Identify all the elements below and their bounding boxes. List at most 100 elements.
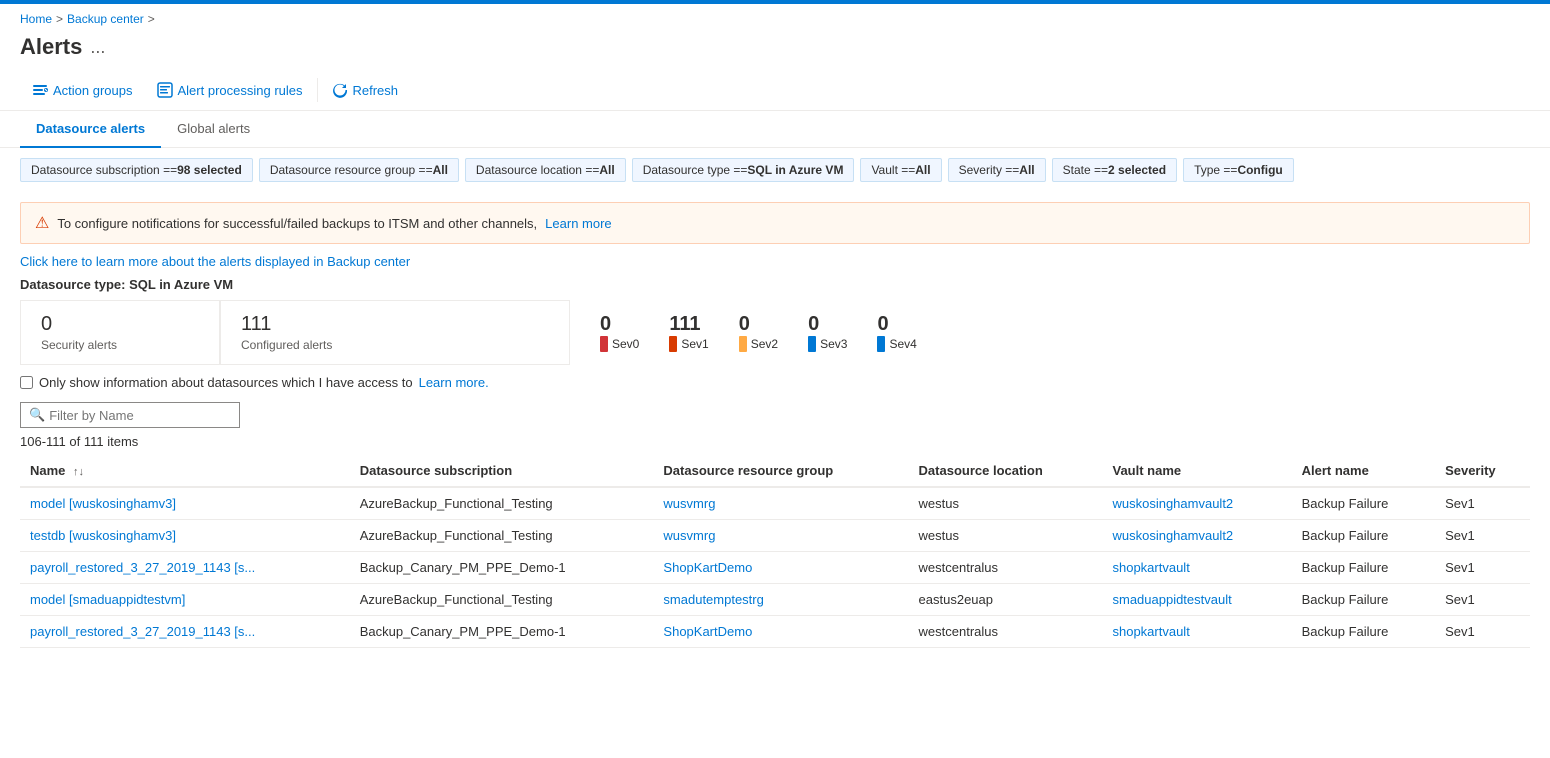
sort-icon[interactable]: ↑↓ [73, 466, 84, 478]
checkbox-row: Only show information about datasources … [20, 375, 1530, 390]
sev1-stat: 111 Sev1 [669, 313, 708, 352]
sev1-dot [669, 336, 677, 352]
cell-vault-0: wuskosinghamvault2 [1102, 487, 1291, 520]
search-row: 🔍 [20, 402, 1530, 428]
sev2-label: Sev2 [739, 336, 778, 352]
sev2-dot [739, 336, 747, 352]
stats-row: 0 Security alerts 111 Configured alerts … [20, 300, 1530, 365]
cell-resource-group-3: smadutemptestrg [653, 584, 908, 616]
filter-subscription[interactable]: Datasource subscription == 98 selected [20, 158, 253, 182]
name-link-0[interactable]: model [wuskosinghamv3] [30, 496, 176, 511]
sev1-count: 111 [669, 313, 700, 336]
col-alert-name: Alert name [1292, 455, 1435, 487]
cell-subscription-1: AzureBackup_Functional_Testing [350, 520, 654, 552]
filter-subscription-value: 98 selected [177, 163, 242, 177]
sev3-label: Sev3 [808, 336, 847, 352]
breadcrumb-sep2: > [148, 12, 155, 26]
cell-resource-group-2: ShopKartDemo [653, 552, 908, 584]
vault-link-2[interactable]: shopkartvault [1112, 560, 1189, 575]
search-input[interactable] [49, 408, 231, 423]
col-name: Name ↑↓ [20, 455, 350, 487]
cell-name-4: payroll_restored_3_27_2019_1143 [s... [20, 616, 350, 648]
tabs-bar: Datasource alerts Global alerts [0, 111, 1550, 148]
learn-more-link[interactable]: Click here to learn more about the alert… [20, 254, 410, 269]
filter-vault[interactable]: Vault == All [860, 158, 941, 182]
vault-link-3[interactable]: smaduappidtestvault [1112, 592, 1231, 607]
cell-vault-2: shopkartvault [1102, 552, 1291, 584]
sev4-dot [877, 336, 885, 352]
vault-link-0[interactable]: wuskosinghamvault2 [1112, 496, 1233, 511]
breadcrumb: Home > Backup center > [0, 4, 1550, 30]
sev0-dot [600, 336, 608, 352]
name-link-1[interactable]: testdb [wuskosinghamv3] [30, 528, 176, 543]
filter-resource-group[interactable]: Datasource resource group == All [259, 158, 459, 182]
filter-rg-value: All [433, 163, 448, 177]
cell-name-1: testdb [wuskosinghamv3] [20, 520, 350, 552]
cell-subscription-0: AzureBackup_Functional_Testing [350, 487, 654, 520]
filter-type-value: SQL in Azure VM [747, 163, 843, 177]
action-groups-button[interactable]: Action groups [20, 76, 145, 104]
sev0-count: 0 [600, 313, 611, 336]
filter-vault-value: All [915, 163, 930, 177]
security-alerts-count: 0 [41, 313, 199, 336]
filter-state[interactable]: State == 2 selected [1052, 158, 1177, 182]
filter-datasource-type[interactable]: Datasource type == SQL in Azure VM [632, 158, 855, 182]
filter-location[interactable]: Datasource location == All [465, 158, 626, 182]
col-severity: Severity [1435, 455, 1530, 487]
cell-subscription-2: Backup_Canary_PM_PPE_Demo-1 [350, 552, 654, 584]
page-menu-button[interactable]: ... [90, 37, 105, 58]
configured-alerts-card[interactable]: 111 Configured alerts [220, 300, 570, 365]
sev4-count: 0 [877, 313, 888, 336]
cell-vault-1: wuskosinghamvault2 [1102, 520, 1291, 552]
table-row: testdb [wuskosinghamv3] AzureBackup_Func… [20, 520, 1530, 552]
sev0-label: Sev0 [600, 336, 639, 352]
filter-severity-value: All [1019, 163, 1034, 177]
rg-link-4[interactable]: ShopKartDemo [663, 624, 752, 639]
alert-processing-rules-button[interactable]: Alert processing rules [145, 76, 315, 104]
refresh-label: Refresh [353, 83, 399, 98]
tab-global-alerts[interactable]: Global alerts [161, 111, 266, 148]
name-link-2[interactable]: payroll_restored_3_27_2019_1143 [s... [30, 560, 255, 575]
rg-link-3[interactable]: smadutemptestrg [663, 592, 763, 607]
rg-link-2[interactable]: ShopKartDemo [663, 560, 752, 575]
breadcrumb-home[interactable]: Home [20, 12, 52, 26]
cell-alert-name-3: Backup Failure [1292, 584, 1435, 616]
sev2-stat: 0 Sev2 [739, 313, 778, 352]
table-body: model [wuskosinghamv3] AzureBackup_Funct… [20, 487, 1530, 648]
cell-severity-2: Sev1 [1435, 552, 1530, 584]
alert-banner-learn-more[interactable]: Learn more [545, 216, 611, 231]
search-icon: 🔍 [29, 407, 45, 423]
security-alerts-card[interactable]: 0 Security alerts [20, 300, 220, 365]
rg-link-1[interactable]: wusvmrg [663, 528, 715, 543]
filter-severity-label: Severity == [959, 163, 1020, 177]
vault-link-4[interactable]: shopkartvault [1112, 624, 1189, 639]
filter-subscription-label: Datasource subscription == [31, 163, 177, 177]
breadcrumb-backupcenter[interactable]: Backup center [67, 12, 144, 26]
alert-banner: ⚠ To configure notifications for success… [20, 202, 1530, 244]
learn-link-section: Click here to learn more about the alert… [20, 254, 1530, 269]
refresh-button[interactable]: Refresh [320, 76, 411, 104]
filter-vault-label: Vault == [871, 163, 915, 177]
tab-datasource-alerts[interactable]: Datasource alerts [20, 111, 161, 148]
filter-severity[interactable]: Severity == All [948, 158, 1046, 182]
cell-alert-name-4: Backup Failure [1292, 616, 1435, 648]
refresh-icon [332, 82, 348, 98]
rg-link-0[interactable]: wusvmrg [663, 496, 715, 511]
filter-location-label: Datasource location == [476, 163, 599, 177]
col-subscription: Datasource subscription [350, 455, 654, 487]
alert-processing-icon [157, 82, 173, 98]
alerts-table: Name ↑↓ Datasource subscription Datasour… [20, 455, 1530, 648]
toolbar: Action groups Alert processing rules Ref… [0, 70, 1550, 111]
sev3-count: 0 [808, 313, 819, 336]
name-link-4[interactable]: payroll_restored_3_27_2019_1143 [s... [30, 624, 255, 639]
vault-link-1[interactable]: wuskosinghamvault2 [1112, 528, 1233, 543]
checkbox-learn-more[interactable]: Learn more. [419, 375, 489, 390]
cell-severity-3: Sev1 [1435, 584, 1530, 616]
filters-bar: Datasource subscription == 98 selected D… [0, 148, 1550, 192]
name-link-3[interactable]: model [smaduappidtestvm] [30, 592, 185, 607]
table-row: payroll_restored_3_27_2019_1143 [s... Ba… [20, 552, 1530, 584]
filter-alert-type[interactable]: Type == Configu [1183, 158, 1294, 182]
access-filter-checkbox[interactable] [20, 376, 33, 389]
cell-alert-name-1: Backup Failure [1292, 520, 1435, 552]
sev4-stat: 0 Sev4 [877, 313, 916, 352]
